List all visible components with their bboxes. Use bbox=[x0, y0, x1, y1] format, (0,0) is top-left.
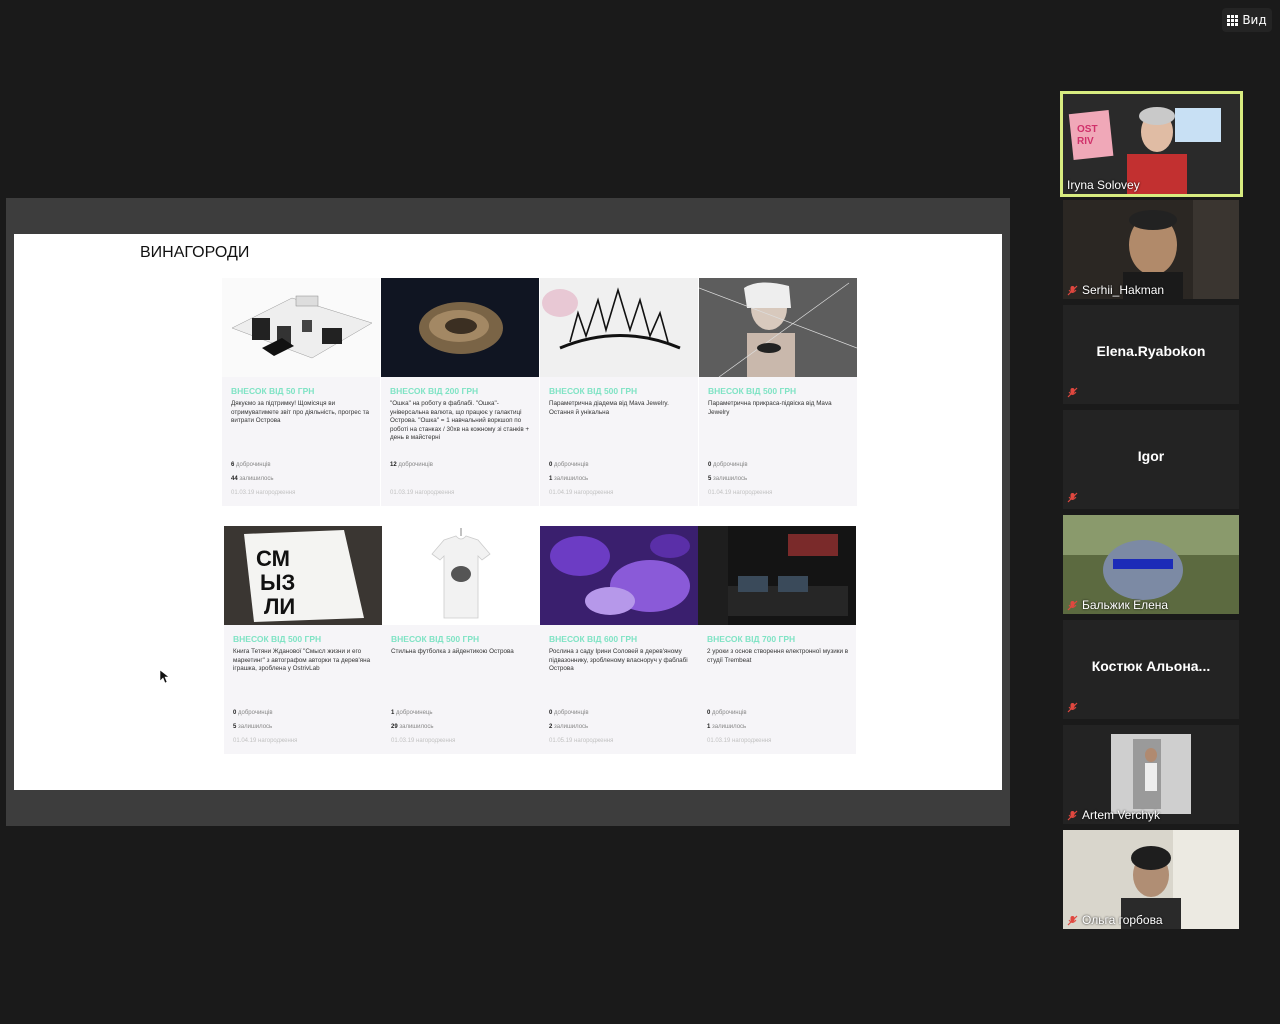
remaining-count: 5 залишилось bbox=[233, 724, 273, 730]
slide-title: ВИНАГОРОДИ bbox=[140, 244, 250, 261]
reward-description: Параметрична прикраса-підвіска від Mava … bbox=[708, 400, 832, 416]
svg-text:ЫЗ: ЫЗ bbox=[260, 570, 295, 595]
backers-count: 0 доброчинців bbox=[708, 462, 748, 468]
participant-name: Serhii_Hakman bbox=[1067, 283, 1164, 297]
participant-tile[interactable]: Artem Verchyk bbox=[1063, 725, 1239, 824]
participant-tile[interactable]: Бальжик Елена bbox=[1063, 515, 1239, 614]
mouse-cursor-icon bbox=[160, 670, 170, 684]
reward-image-diadem bbox=[540, 278, 698, 377]
reward-price: ВНЕСОК ВІД 700 ГРН bbox=[707, 634, 796, 644]
muted-mic-icon bbox=[1067, 387, 1078, 398]
view-button[interactable]: Вид bbox=[1222, 8, 1272, 32]
muted-mic-icon bbox=[1067, 915, 1078, 925]
reward-card: ВНЕСОК ВІД 700 ГРН 2 уроки з основ створ… bbox=[698, 526, 856, 754]
participant-tile[interactable]: Serhii_Hakman bbox=[1063, 200, 1239, 299]
reward-price: ВНЕСОК ВІД 500 ГРН bbox=[549, 386, 638, 396]
backers-count: 0 доброчинців bbox=[233, 710, 273, 716]
reward-card: ВНЕСОК ВІД 600 ГРН Рослина з саду Ірини … bbox=[540, 526, 698, 754]
reward-card: ВНЕСОК ВІД 200 ГРН "Ошка" на роботу в фа… bbox=[381, 278, 539, 506]
presentation-slide: ВИНАГОРОДИ ВНЕСОК ВІД 50 ГРН Дякуємо за … bbox=[14, 234, 1002, 790]
backers-count: 0 доброчинців bbox=[549, 710, 589, 716]
grid-view-icon bbox=[1227, 14, 1239, 26]
backers-count: 1 доброчинець bbox=[391, 710, 433, 716]
reward-description: Рослина з саду Ірини Соловей в дерев'яно… bbox=[549, 648, 688, 673]
reward-price: ВНЕСОК ВІД 500 ГРН bbox=[233, 634, 322, 644]
reward-card: ВНЕСОК ВІД 50 ГРН Дякуємо за підтримку! … bbox=[222, 278, 380, 506]
participant-name: Elena.Ryabokon bbox=[1096, 343, 1206, 359]
participant-tile[interactable]: Elena.Ryabokon bbox=[1063, 305, 1239, 404]
muted-mic-icon bbox=[1067, 810, 1078, 820]
remaining-count: 1 залишилось bbox=[707, 724, 747, 730]
zoom-meeting-window: Вид ВИНАГОРОДИ ВНЕСОК ВІД 50 ГРН Дякуємо… bbox=[0, 0, 1280, 1024]
backers-count: 6 доброчинців bbox=[231, 462, 271, 468]
participant-tile[interactable]: Ольга горбова bbox=[1063, 830, 1239, 929]
remaining-count: 44 залишилось bbox=[231, 476, 274, 482]
reward-card: ВНЕСОК ВІД 500 ГРН Параметрична прикраса… bbox=[699, 278, 857, 506]
reward-description: Параметрична діадема від Mava Jewelry. О… bbox=[549, 400, 669, 416]
reward-card: ВНЕСОК ВІД 500 ГРН Стильна футболка з ай… bbox=[382, 526, 540, 754]
reward-date: 01.03.19 нагородження bbox=[707, 738, 772, 744]
svg-text:OST: OST bbox=[1077, 124, 1098, 135]
participant-tile-active-speaker[interactable]: OST RIV Iryna Solovey bbox=[1060, 91, 1243, 197]
shared-screen: ВИНАГОРОДИ ВНЕСОК ВІД 50 ГРН Дякуємо за … bbox=[6, 198, 1010, 826]
reward-price: ВНЕСОК ВІД 500 ГРН bbox=[708, 386, 797, 396]
reward-image-music-studio bbox=[698, 526, 856, 625]
participant-name: Костюк Альона... bbox=[1091, 658, 1211, 674]
reward-description: "Ошка" на роботу в фаблабі. "Ошка"- унів… bbox=[390, 400, 530, 442]
remaining-count: 2 залишилось bbox=[549, 724, 589, 730]
reward-price: ВНЕСОК ВІД 200 ГРН bbox=[390, 386, 479, 396]
participant-name: Igor bbox=[1137, 448, 1165, 464]
remaining-count: 5 залишилось bbox=[708, 476, 748, 482]
reward-date: 01.03.19 нагородження bbox=[231, 490, 296, 496]
svg-text:RIV: RIV bbox=[1077, 136, 1094, 147]
reward-description: Стильна футболка з айдентикою Острова bbox=[391, 648, 514, 655]
reward-date: 01.04.19 нагородження bbox=[549, 490, 614, 496]
reward-date: 01.03.19 нагородження bbox=[390, 490, 455, 496]
muted-mic-icon bbox=[1067, 492, 1078, 503]
reward-description: Дякуємо за підтримку! Щомісяця ви отриму… bbox=[231, 400, 370, 425]
reward-image-wooden-sculpture bbox=[381, 278, 539, 377]
remaining-count: 1 залишилось bbox=[549, 476, 589, 482]
participant-tile[interactable]: Костюк Альона... bbox=[1063, 620, 1239, 719]
svg-text:СМ: СМ bbox=[256, 546, 290, 571]
svg-text:ЛИ: ЛИ bbox=[264, 594, 295, 619]
backers-count: 12 доброчинців bbox=[390, 462, 433, 468]
reward-date: 01.05.19 нагородження bbox=[549, 738, 614, 744]
muted-mic-icon bbox=[1067, 702, 1078, 713]
reward-image-book: СМ ЫЗ ЛИ bbox=[224, 526, 382, 625]
muted-mic-icon bbox=[1067, 285, 1078, 295]
reward-price: ВНЕСОК ВІД 500 ГРН bbox=[391, 634, 480, 644]
reward-description: Книга Тетяни Жданової "Смысл жизни и его… bbox=[233, 648, 371, 673]
reward-image-plant bbox=[540, 526, 698, 625]
reward-image-tshirt bbox=[382, 526, 540, 625]
reward-image-pendant-model bbox=[699, 278, 857, 377]
reward-price: ВНЕСОК ВІД 50 ГРН bbox=[231, 386, 315, 396]
participant-name: Artem Verchyk bbox=[1067, 808, 1160, 822]
backers-count: 0 доброчинців bbox=[707, 710, 747, 716]
participant-tile[interactable]: Igor bbox=[1063, 410, 1239, 509]
reward-date: 01.03.19 нагородження bbox=[391, 738, 456, 744]
backers-count: 0 доброчинців bbox=[549, 462, 589, 468]
participant-name: Ольга горбова bbox=[1067, 913, 1163, 927]
reward-description: 2 уроки з основ створення електронної му… bbox=[707, 648, 849, 664]
reward-price: ВНЕСОК ВІД 600 ГРН bbox=[549, 634, 638, 644]
reward-card: ВНЕСОК ВІД 500 ГРН Параметрична діадема … bbox=[540, 278, 698, 506]
reward-date: 01.04.19 нагородження bbox=[708, 490, 773, 496]
reward-date: 01.04.19 нагородження bbox=[233, 738, 298, 744]
remaining-count: 29 залишилось bbox=[391, 724, 434, 730]
participant-name: Бальжик Елена bbox=[1067, 598, 1168, 612]
participant-name: Iryna Solovey bbox=[1067, 178, 1140, 192]
muted-mic-icon bbox=[1067, 600, 1078, 610]
view-button-label: Вид bbox=[1242, 13, 1267, 27]
reward-card: СМ ЫЗ ЛИ ВНЕСОК ВІД 500 ГРН Книга Тетяни… bbox=[224, 526, 382, 754]
reward-image-building-model bbox=[222, 278, 380, 377]
